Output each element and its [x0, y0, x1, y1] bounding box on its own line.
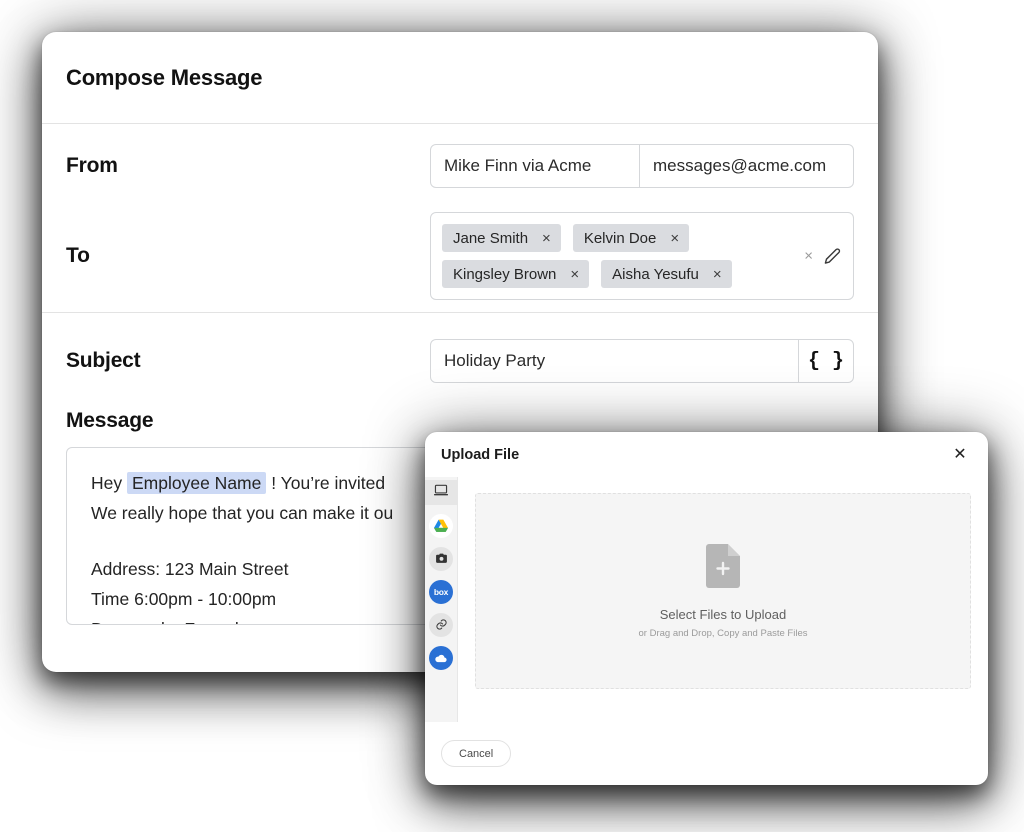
- message-line-1-tail: ! You’re invited: [271, 473, 386, 493]
- pencil-icon[interactable]: [824, 248, 841, 265]
- subject-input[interactable]: Holiday Party: [431, 340, 798, 382]
- to-label: To: [66, 244, 90, 267]
- merge-tag-button[interactable]: { }: [798, 340, 853, 382]
- upload-dialog-footer: Cancel: [425, 722, 988, 785]
- compose-header: Compose Message: [42, 32, 878, 124]
- recipient-chip[interactable]: Jane Smith ×: [442, 224, 561, 252]
- upload-source-link[interactable]: [425, 612, 458, 637]
- upload-source-camera[interactable]: [425, 546, 458, 571]
- from-name-input[interactable]: Mike Finn via Acme: [431, 145, 640, 187]
- recipient-name: Aisha Yesufu: [612, 265, 699, 283]
- recipient-name: Jane Smith: [453, 229, 529, 247]
- from-input-group[interactable]: Mike Finn via Acme messages@acme.com: [430, 144, 854, 188]
- upload-source-onedrive[interactable]: [425, 645, 458, 670]
- recipient-chip-list: Jane Smith × Kelvin Doe × Kingsley Brown…: [442, 224, 797, 288]
- message-label: Message: [66, 409, 154, 432]
- page-title: Compose Message: [66, 64, 263, 90]
- subject-label: Subject: [66, 349, 141, 372]
- file-plus-icon: [706, 543, 740, 593]
- remove-recipient-icon[interactable]: ×: [670, 231, 679, 246]
- onedrive-cloud-icon: [429, 645, 453, 670]
- upload-main-panel: Select Files to Upload or Drag and Drop,…: [458, 477, 988, 722]
- to-field-row: To Jane Smith × Kelvin Doe × Kingsley Br…: [42, 208, 878, 312]
- message-greeting: Hey: [91, 473, 123, 493]
- box-logo-text: box: [433, 586, 449, 597]
- cancel-button[interactable]: Cancel: [441, 740, 512, 767]
- camera-icon: [429, 546, 453, 571]
- from-label: From: [66, 154, 118, 177]
- upload-source-sidebar: box: [425, 477, 458, 722]
- recipient-chip[interactable]: Aisha Yesufu ×: [601, 260, 732, 288]
- clear-all-recipients-icon[interactable]: ×: [804, 249, 813, 264]
- remove-recipient-icon[interactable]: ×: [570, 267, 579, 282]
- dropzone-subtitle: or Drag and Drop, Copy and Paste Files: [638, 627, 808, 639]
- recipient-chip[interactable]: Kelvin Doe ×: [572, 224, 690, 252]
- to-field-actions: ×: [804, 248, 841, 265]
- recipient-name: Kingsley Brown: [453, 265, 557, 283]
- subject-field-row: Subject Holiday Party { }: [42, 313, 878, 409]
- from-field-row: From Mike Finn via Acme messages@acme.co…: [42, 124, 878, 208]
- upload-source-my-device[interactable]: [425, 480, 458, 505]
- subject-section: Subject Holiday Party { }: [42, 312, 878, 409]
- upload-source-google-drive[interactable]: [425, 513, 458, 538]
- remove-recipient-icon[interactable]: ×: [542, 231, 551, 246]
- to-recipients-input[interactable]: Jane Smith × Kelvin Doe × Kingsley Brown…: [430, 212, 854, 300]
- google-drive-icon: [429, 513, 453, 538]
- file-dropzone[interactable]: Select Files to Upload or Drag and Drop,…: [475, 493, 971, 689]
- recipient-chip[interactable]: Kingsley Brown ×: [442, 260, 590, 288]
- merge-tag-employee-name[interactable]: Employee Name: [127, 472, 267, 494]
- subject-input-group[interactable]: Holiday Party { }: [430, 339, 854, 383]
- recipient-name: Kelvin Doe: [583, 229, 657, 247]
- upload-dialog-header: Upload File ✕: [425, 432, 988, 477]
- box-icon: box: [429, 579, 453, 604]
- from-email-input[interactable]: messages@acme.com: [640, 145, 853, 187]
- link-icon: [429, 612, 453, 637]
- upload-dialog-title: Upload File: [441, 446, 520, 463]
- screenshot-stage: Compose Message From Mike Finn via Acme …: [0, 0, 1024, 832]
- upload-source-box[interactable]: box: [425, 579, 458, 604]
- upload-file-dialog: Upload File ✕ box Select Files to Upload…: [425, 432, 988, 785]
- monitor-icon: [433, 483, 449, 502]
- remove-recipient-icon[interactable]: ×: [713, 267, 722, 282]
- upload-dialog-body: box Select Files to Upload or Drag and D…: [425, 477, 988, 722]
- close-icon[interactable]: ✕: [949, 444, 971, 466]
- dropzone-title: Select Files to Upload: [659, 606, 787, 622]
